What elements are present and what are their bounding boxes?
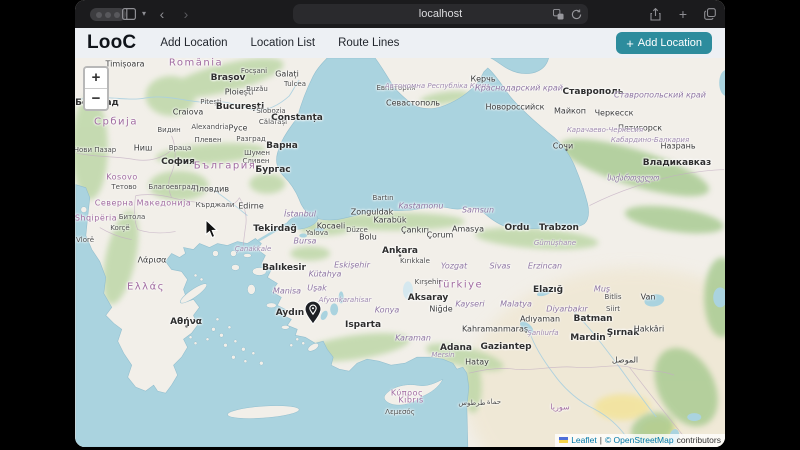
browser-window: ▾ ‹ › localhost + LooC Add Location Loca…	[75, 0, 725, 447]
url-text: localhost	[418, 8, 463, 20]
add-location-button[interactable]: + Add Location	[616, 32, 712, 54]
attribution-separator: |	[599, 435, 602, 445]
nav-link-route-lines[interactable]: Route Lines	[338, 37, 399, 49]
forward-icon[interactable]: ›	[179, 0, 193, 28]
map-attribution: Leaflet | © OpenStreetMap contributors	[555, 434, 725, 447]
leaflet-map[interactable]: Timișoara România Brașov Focșani Galați Tulce…	[75, 58, 725, 447]
nav-link-add-location[interactable]: Add Location	[160, 37, 227, 49]
new-tab-icon[interactable]: +	[676, 0, 690, 28]
reload-icon[interactable]	[571, 8, 582, 20]
leaflet-link[interactable]: Leaflet	[571, 435, 597, 445]
add-location-button-label: Add Location	[637, 37, 702, 49]
attribution-suffix: contributors	[676, 435, 721, 445]
screenshot-stage: ▾ ‹ › localhost + LooC Add Location Loca…	[0, 0, 800, 450]
mouse-cursor	[205, 218, 219, 244]
share-icon[interactable]	[648, 0, 662, 28]
nav-links: Add Location Location List Route Lines	[160, 37, 399, 49]
ukraine-flag-icon	[559, 437, 569, 443]
location-marker-icon[interactable]	[304, 300, 323, 331]
browser-toolbar: ▾ ‹ › localhost +	[75, 0, 725, 28]
plus-icon: +	[626, 35, 634, 51]
zoom-out-button[interactable]: −	[85, 89, 107, 109]
sidebar-chevron-icon[interactable]: ▾	[139, 0, 149, 28]
map-tiles	[75, 58, 725, 447]
sidebar-icon[interactable]	[121, 0, 137, 28]
app-logo: LooC	[87, 32, 137, 53]
zoom-control: + −	[83, 66, 109, 111]
zoom-in-button[interactable]: +	[85, 68, 107, 89]
osm-link[interactable]: © OpenStreetMap	[605, 435, 674, 445]
back-icon[interactable]: ‹	[155, 0, 169, 28]
tab-overview-icon[interactable]	[703, 0, 717, 28]
nav-link-location-list[interactable]: Location List	[250, 37, 315, 49]
app-navbar: LooC Add Location Location List Route Li…	[75, 28, 725, 59]
address-bar[interactable]: localhost	[293, 4, 588, 24]
translate-icon[interactable]	[553, 8, 564, 20]
